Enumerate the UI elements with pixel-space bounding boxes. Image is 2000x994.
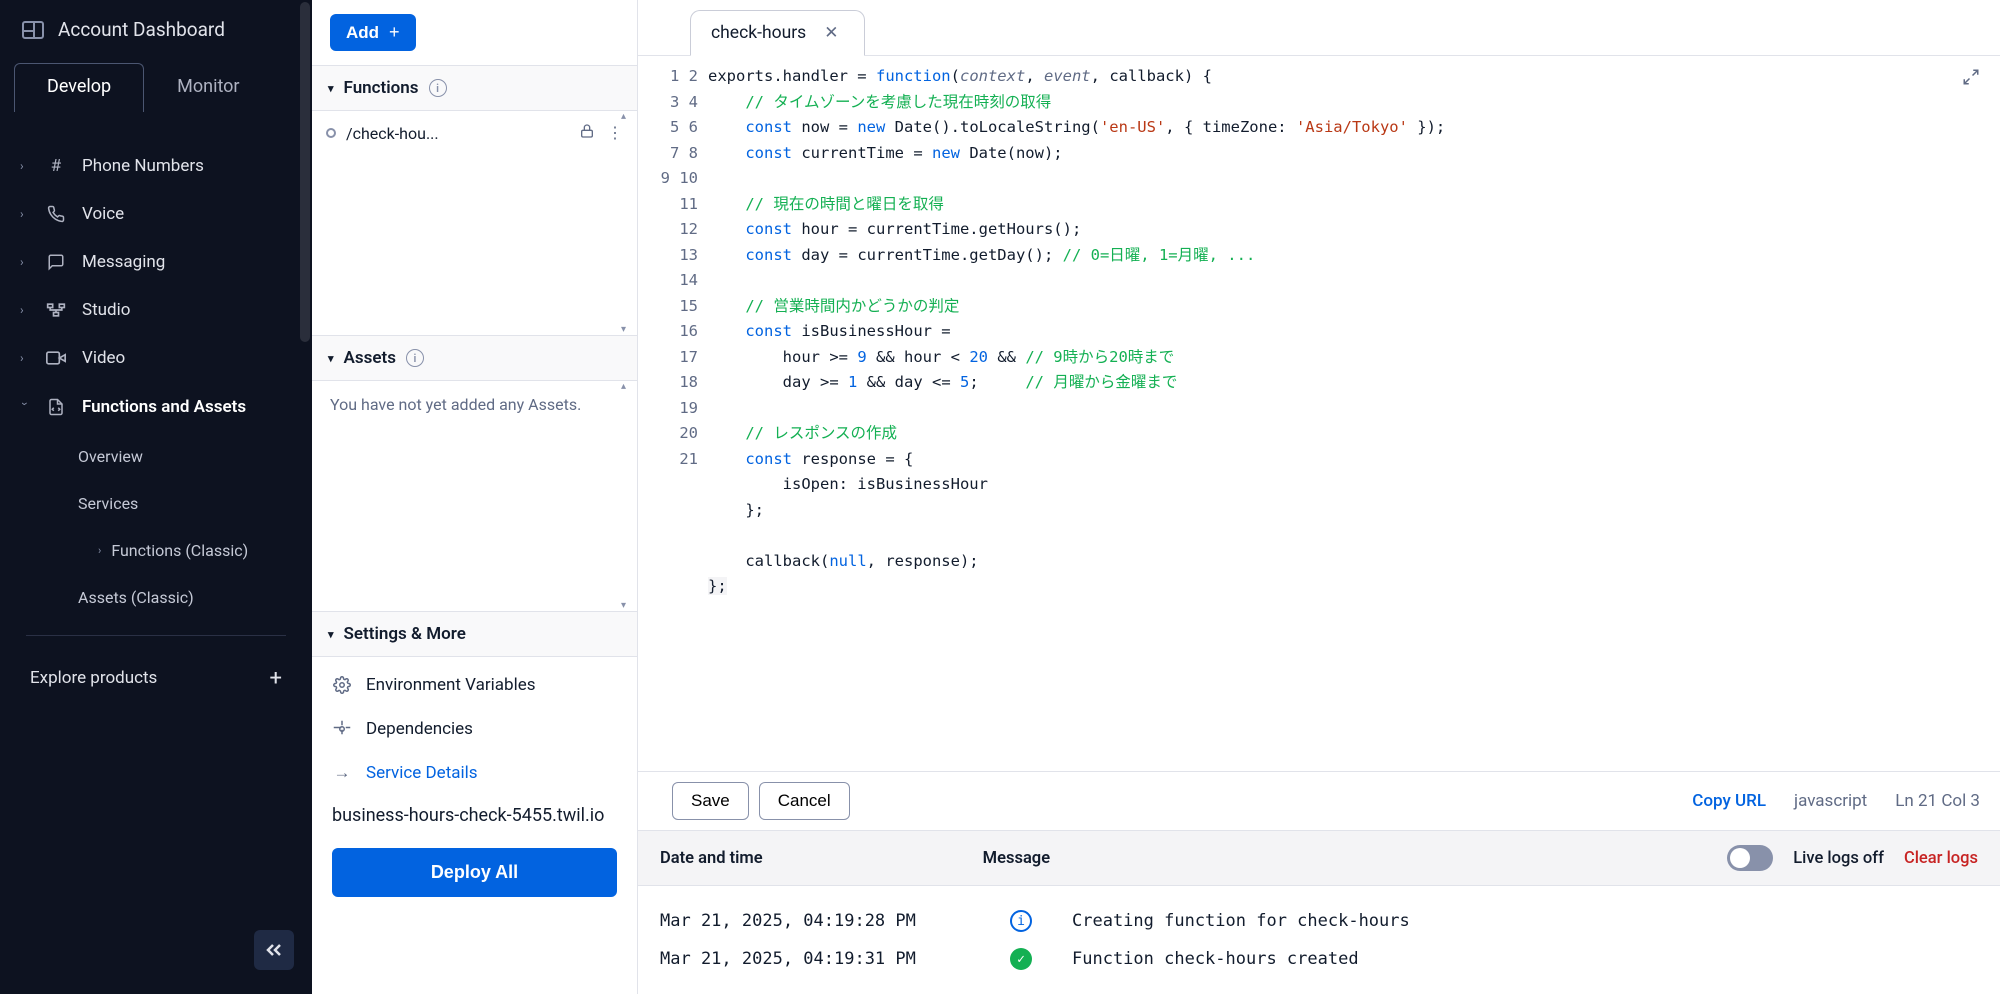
gear-icon xyxy=(332,720,352,738)
divider xyxy=(26,635,286,636)
nav-video[interactable]: › Video xyxy=(6,334,306,382)
hash-icon: # xyxy=(44,156,68,176)
env-variables-link[interactable]: Environment Variables xyxy=(312,663,637,707)
functions-list: /check-hou... ⋮ ▴▾ xyxy=(312,111,637,335)
chevron-right-icon: › xyxy=(20,255,30,269)
functions-section-header[interactable]: ▾ Functions i xyxy=(312,65,637,111)
log-row: Mar 21, 2025, 04:19:28 PM i Creating fun… xyxy=(660,902,1978,940)
video-icon xyxy=(44,351,68,365)
log-time: Mar 21, 2025, 04:19:31 PM xyxy=(660,949,970,969)
chevron-right-icon: › xyxy=(20,351,30,365)
live-logs-toggle[interactable] xyxy=(1727,845,1773,871)
chevron-right-icon: › xyxy=(98,544,101,557)
cancel-button[interactable]: Cancel xyxy=(759,782,850,820)
assets-section-header[interactable]: ▾ Assets i xyxy=(312,335,637,381)
arrow-right-icon: → xyxy=(332,763,352,783)
nav-functions-classic[interactable]: › Functions (Classic) xyxy=(6,527,306,574)
lock-icon[interactable] xyxy=(579,123,595,143)
copy-url-link[interactable]: Copy URL xyxy=(1692,791,1766,811)
sidebar-title: Account Dashboard xyxy=(58,18,225,41)
dashboard-icon xyxy=(22,21,44,39)
tab-monitor[interactable]: Monitor xyxy=(144,63,272,112)
flow-icon xyxy=(44,302,68,318)
phone-icon xyxy=(44,205,68,223)
editor-area: check-hours ✕ 1 2 3 4 5 6 7 8 9 10 11 12… xyxy=(638,0,2000,994)
chevron-down-icon: ▾ xyxy=(328,628,334,641)
function-path: /check-hou... xyxy=(346,124,439,143)
editor-footer: Save Cancel Copy URL javascript Ln 21 Co… xyxy=(638,771,2000,830)
dependencies-link[interactable]: Dependencies xyxy=(312,707,637,751)
nav-list: › # Phone Numbers › Voice › Messaging › … xyxy=(0,112,312,994)
logs-body: Mar 21, 2025, 04:19:28 PM i Creating fun… xyxy=(638,886,2000,994)
check-icon: ✓ xyxy=(1010,948,1032,970)
cursor-position: Ln 21 Col 3 xyxy=(1895,791,1980,811)
nav-studio[interactable]: › Studio xyxy=(6,286,306,334)
chevron-right-icon: › xyxy=(20,303,30,317)
log-time: Mar 21, 2025, 04:19:28 PM xyxy=(660,911,970,931)
info-icon[interactable]: i xyxy=(429,79,447,97)
service-details-link[interactable]: → Service Details xyxy=(312,751,637,795)
functions-panel: Add + ▾ Functions i /check-hou... ⋮ ▴▾ ▾… xyxy=(312,0,638,994)
expand-icon[interactable] xyxy=(1962,68,1980,90)
code-lines: exports.handler = function(context, even… xyxy=(708,58,2000,771)
chevron-right-icon: › xyxy=(20,159,30,173)
chevron-right-icon: › xyxy=(20,207,30,221)
assets-empty-text: You have not yet added any Assets. xyxy=(330,395,581,414)
tab-develop[interactable]: Develop xyxy=(14,63,144,112)
logs-col-datetime: Date and time xyxy=(660,849,763,868)
live-logs-label: Live logs off xyxy=(1793,849,1884,868)
chat-icon xyxy=(44,253,68,271)
sidebar: Account Dashboard Develop Monitor › # Ph… xyxy=(0,0,312,994)
settings-section-header[interactable]: ▾ Settings & More xyxy=(312,611,637,657)
plus-icon: + xyxy=(270,666,282,691)
scrollbar[interactable]: ▴▾ xyxy=(621,111,633,335)
tab-title: check-hours xyxy=(711,23,806,43)
collapse-sidebar-button[interactable] xyxy=(254,930,294,970)
save-button[interactable]: Save xyxy=(672,782,749,820)
close-tab-icon[interactable]: ✕ xyxy=(824,23,838,43)
line-gutter: 1 2 3 4 5 6 7 8 9 10 11 12 13 14 15 16 1… xyxy=(660,58,708,771)
editor-tab-bar: check-hours ✕ xyxy=(638,0,2000,56)
nav-services[interactable]: Services xyxy=(6,480,306,527)
logs-header: Date and time Message Live logs off Clea… xyxy=(638,830,2000,886)
script-icon xyxy=(44,398,68,416)
chevron-down-icon: ▾ xyxy=(328,82,334,95)
log-row: Mar 21, 2025, 04:19:31 PM ✓ Function che… xyxy=(660,940,1978,978)
account-dashboard-link[interactable]: Account Dashboard xyxy=(0,0,312,63)
editor-tab[interactable]: check-hours ✕ xyxy=(690,10,865,56)
nav-overview[interactable]: Overview xyxy=(6,433,306,480)
scrollbar[interactable]: ▴▾ xyxy=(621,381,633,611)
nav-phone-numbers[interactable]: › # Phone Numbers xyxy=(6,142,306,190)
add-button[interactable]: Add + xyxy=(330,14,416,51)
function-item[interactable]: /check-hou... ⋮ xyxy=(312,111,637,155)
explore-products[interactable]: Explore products + xyxy=(6,650,306,707)
nav-voice[interactable]: › Voice xyxy=(6,190,306,238)
code-editor[interactable]: 1 2 3 4 5 6 7 8 9 10 11 12 13 14 15 16 1… xyxy=(638,56,2000,771)
info-icon: i xyxy=(1010,910,1032,932)
clear-logs-link[interactable]: Clear logs xyxy=(1904,849,1978,868)
chevron-down-icon: ▾ xyxy=(328,352,334,365)
service-domain: business-hours-check-5455.twil.io xyxy=(312,801,637,840)
nav-messaging[interactable]: › Messaging xyxy=(6,238,306,286)
deploy-all-button[interactable]: Deploy All xyxy=(332,848,617,897)
scrollbar[interactable] xyxy=(300,2,310,342)
log-message: Function check-hours created xyxy=(1072,949,1359,969)
logs-col-message: Message xyxy=(983,849,1050,868)
plus-icon: + xyxy=(389,22,400,43)
sidebar-tabs: Develop Monitor xyxy=(0,63,312,112)
log-message: Creating function for check-hours xyxy=(1072,911,1410,931)
status-dot-icon xyxy=(326,128,336,138)
gear-icon xyxy=(332,676,352,694)
language-label: javascript xyxy=(1794,791,1867,811)
chevron-down-icon: › xyxy=(18,402,32,412)
nav-functions-assets[interactable]: › Functions and Assets xyxy=(6,382,306,433)
assets-list: You have not yet added any Assets. ▴▾ xyxy=(312,381,637,611)
nav-assets-classic[interactable]: Assets (Classic) xyxy=(6,574,306,621)
info-icon[interactable]: i xyxy=(406,349,424,367)
